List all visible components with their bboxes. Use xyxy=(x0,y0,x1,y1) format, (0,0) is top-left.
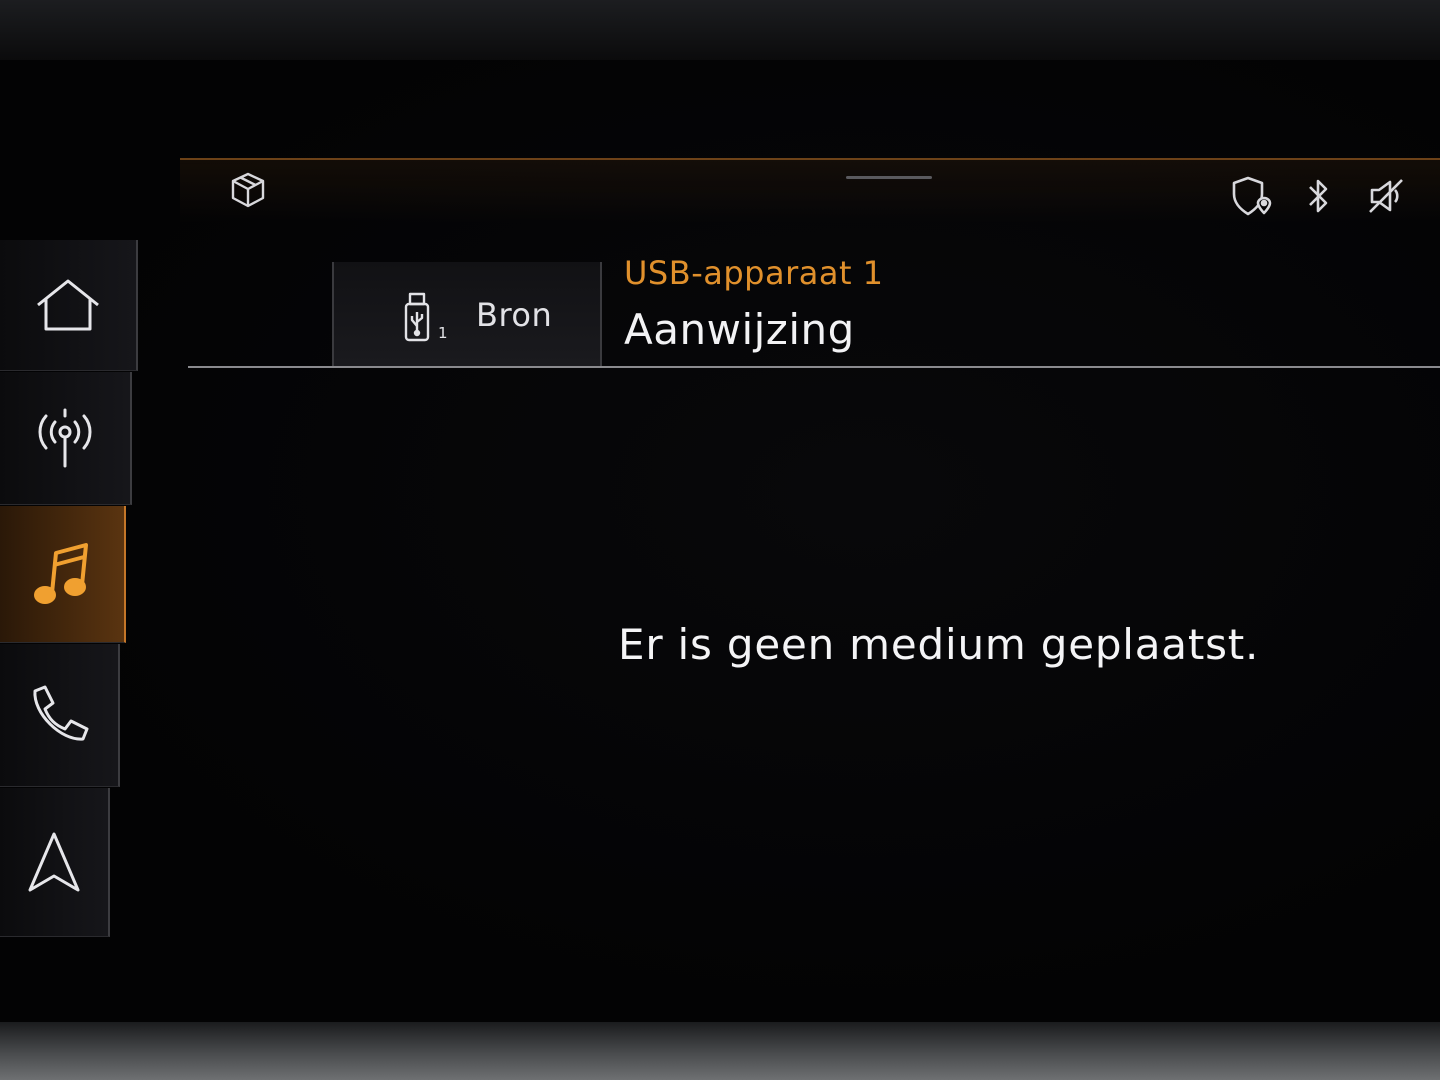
device-name: USB-apparaat 1 xyxy=(624,254,884,292)
drag-handle[interactable] xyxy=(846,176,932,179)
sidebar-item-navigation[interactable] xyxy=(0,788,110,937)
speaker-muted-icon xyxy=(1364,174,1410,218)
bluetooth-icon xyxy=(1296,174,1342,218)
home-icon xyxy=(34,277,102,333)
sidebar xyxy=(0,240,140,940)
sidebar-item-home[interactable] xyxy=(0,240,138,371)
shield-location-icon xyxy=(1228,174,1274,218)
source-button-label: Bron xyxy=(476,296,553,334)
usb-stick-icon: 1 xyxy=(402,290,456,342)
cube-icon[interactable] xyxy=(228,170,268,210)
radio-antenna-icon xyxy=(33,406,97,470)
sidebar-item-phone[interactable] xyxy=(0,644,120,787)
no-medium-message: Er is geen medium geplaatst. xyxy=(618,620,1260,669)
page-title: Aanwijzing xyxy=(624,305,855,354)
header-divider xyxy=(188,366,1440,368)
music-note-icon xyxy=(32,541,92,607)
navigation-arrow-icon xyxy=(26,830,82,894)
source-button[interactable] xyxy=(332,262,602,366)
sidebar-item-media[interactable] xyxy=(0,506,126,643)
status-icons xyxy=(1228,174,1410,218)
sidebar-item-radio[interactable] xyxy=(0,372,132,505)
phone-icon xyxy=(27,683,91,747)
display-bezel-top xyxy=(0,0,1440,60)
display-bezel-bottom xyxy=(0,1022,1440,1080)
source-index: 1 xyxy=(438,324,448,342)
